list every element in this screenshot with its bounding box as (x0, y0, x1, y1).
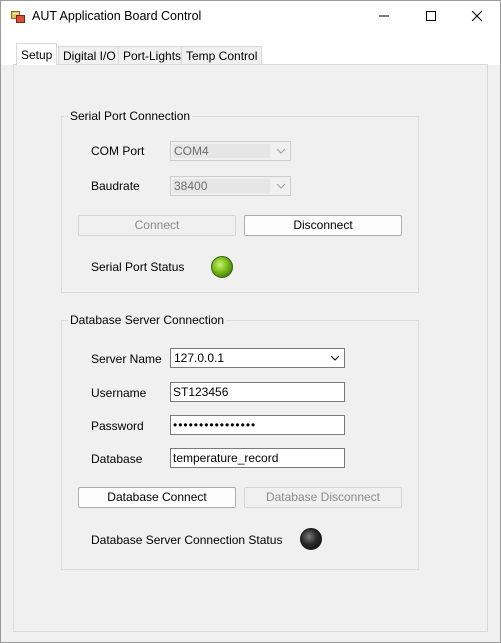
title-bar[interactable]: AUT Application Board Control (1, 1, 500, 32)
app-window: AUT Application Board Control Setup Digi… (0, 0, 501, 643)
tab-temp-control[interactable]: Temp Control (181, 46, 263, 64)
com-port-label: COM Port (91, 144, 145, 158)
chevron-down-icon (276, 148, 286, 154)
chevron-down-icon (330, 355, 340, 361)
com-port-select[interactable]: COM4 (170, 141, 291, 161)
database-label: Database (91, 452, 143, 466)
server-name-label: Server Name (91, 352, 162, 366)
com-port-value: COM4 (173, 144, 270, 158)
baudrate-label: Baudrate (91, 179, 140, 193)
minimize-button[interactable] (361, 1, 407, 32)
serial-port-group: Serial Port Connection COM Port COM4 Bau… (61, 109, 419, 293)
disconnect-button-label: Disconnect (293, 218, 353, 232)
database-field[interactable]: temperature_record (170, 448, 345, 468)
tab-label: Port-Lights (123, 49, 182, 63)
connect-button-label: Connect (134, 218, 180, 232)
database-disconnect-button[interactable]: Database Disconnect (244, 487, 402, 508)
close-icon (471, 10, 483, 22)
serial-port-status-indicator (211, 256, 233, 278)
baudrate-value: 38400 (173, 179, 270, 193)
server-name-select[interactable]: 127.0.0.1 (170, 348, 345, 368)
database-connect-button[interactable]: Database Connect (78, 487, 236, 508)
password-field[interactable]: •••••••••••••••• (170, 415, 345, 435)
database-status-indicator (300, 528, 322, 550)
maximize-icon (426, 11, 436, 21)
minimize-icon (379, 15, 389, 17)
tab-port-lights[interactable]: Port-Lights (118, 46, 187, 64)
username-field[interactable]: ST123456 (170, 382, 345, 402)
chevron-down-icon (276, 183, 286, 189)
tab-digital-io[interactable]: Digital I/O (58, 46, 121, 64)
maximize-button[interactable] (408, 1, 454, 32)
database-connect-button-label: Database Connect (107, 490, 207, 504)
tab-label: Digital I/O (63, 49, 116, 63)
database-group: Database Server Connection Server Name 1… (61, 313, 419, 570)
tab-label: Setup (21, 48, 53, 62)
setup-tab-page: Serial Port Connection COM Port COM4 Bau… (13, 64, 488, 632)
baudrate-select[interactable]: 38400 (170, 176, 291, 196)
database-status-label: Database Server Connection Status (91, 533, 283, 547)
database-group-title: Database Server Connection (68, 313, 227, 327)
password-label: Password (91, 419, 144, 433)
tab-setup[interactable]: Setup (16, 43, 58, 65)
disconnect-button[interactable]: Disconnect (244, 215, 402, 236)
server-name-value: 127.0.0.1 (174, 351, 225, 365)
window-title: AUT Application Board Control (32, 9, 202, 23)
username-label: Username (91, 386, 147, 400)
serial-port-group-title: Serial Port Connection (68, 109, 193, 123)
app-icon (11, 10, 25, 24)
close-button[interactable] (454, 1, 500, 32)
tab-label: Temp Control (186, 49, 258, 63)
serial-port-status-label: Serial Port Status (91, 260, 185, 274)
database-disconnect-button-label: Database Disconnect (265, 490, 381, 504)
connect-button[interactable]: Connect (78, 215, 236, 236)
